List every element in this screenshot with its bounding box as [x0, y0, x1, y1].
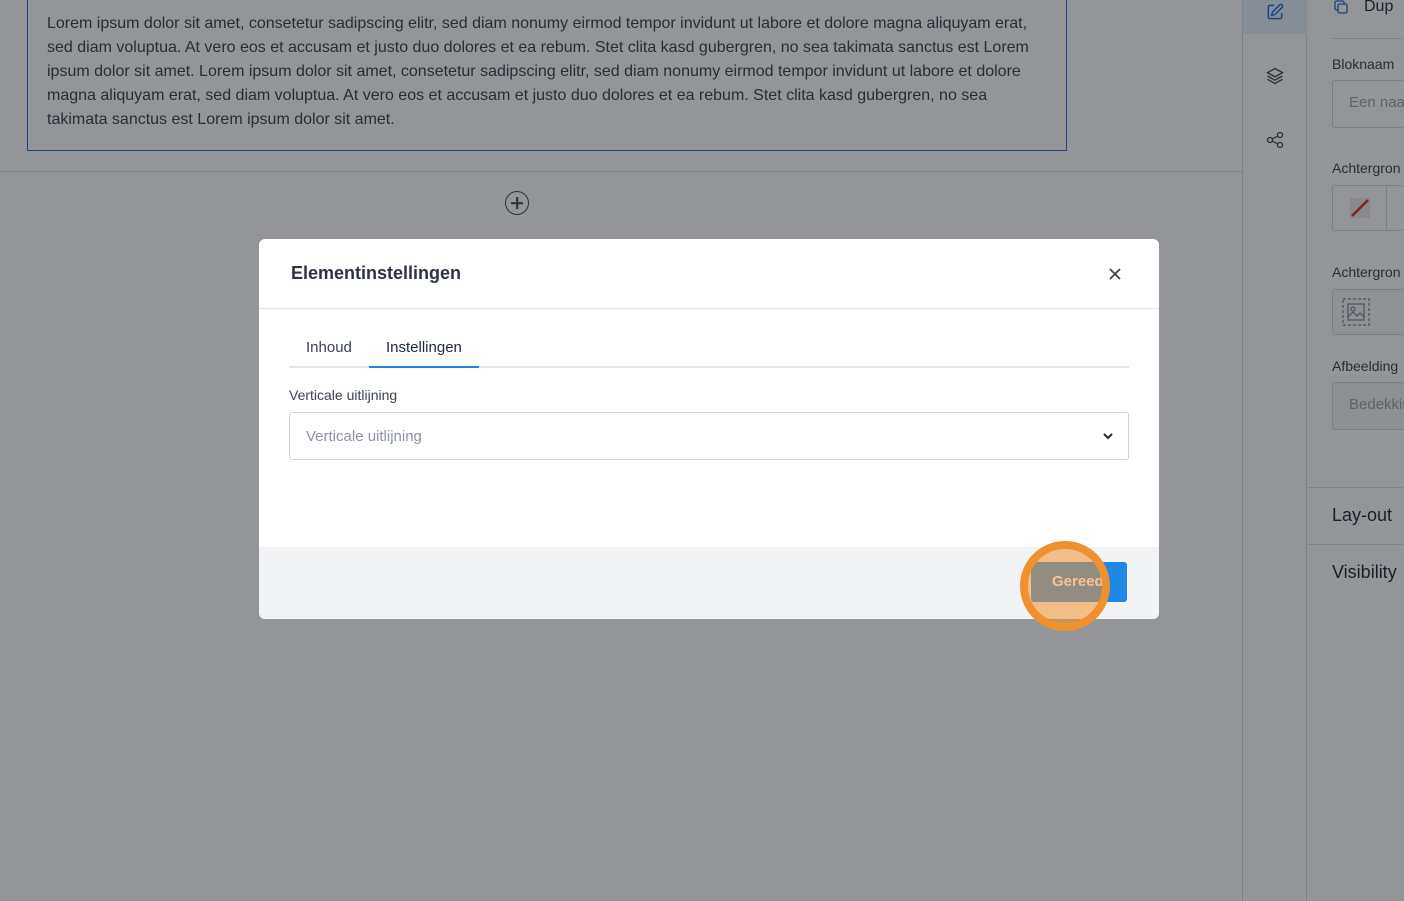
modal-header: Elementinstellingen	[259, 239, 1159, 309]
close-icon	[1109, 268, 1121, 280]
tab-instellingen[interactable]: Instellingen	[369, 331, 479, 368]
tab-inhoud[interactable]: Inhoud	[289, 331, 369, 368]
vertical-alignment-label: Verticale uitlijning	[289, 387, 398, 403]
select-placeholder: Verticale uitlijning	[306, 428, 422, 445]
chevron-down-icon	[1103, 433, 1113, 440]
done-button[interactable]: Gereed	[1031, 562, 1127, 602]
modal-footer: Gereed	[259, 547, 1159, 619]
modal-tabs: Inhoud Instellingen	[289, 331, 1129, 368]
element-settings-modal: Elementinstellingen Inhoud Instellingen …	[259, 239, 1159, 619]
modal-title: Elementinstellingen	[291, 263, 462, 283]
close-button[interactable]	[1105, 264, 1125, 284]
vertical-alignment-select[interactable]: Verticale uitlijning	[289, 412, 1129, 460]
